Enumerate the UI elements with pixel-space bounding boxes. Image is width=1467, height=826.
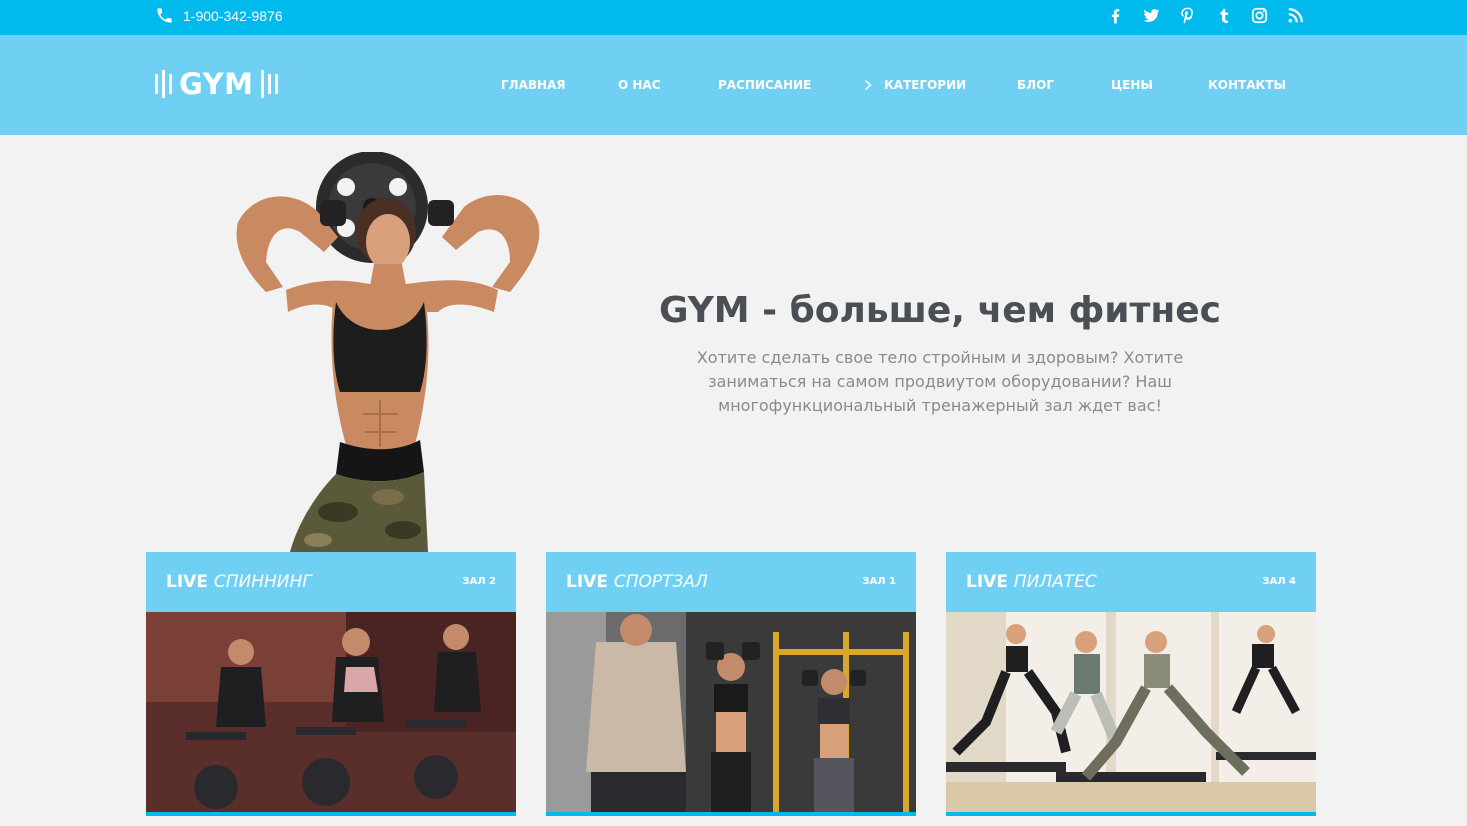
nav-item-contacts[interactable]: КОНТАКТЫ — [1208, 78, 1286, 92]
card-bottom-bar — [946, 812, 1316, 816]
pilates-class-photo[interactable] — [946, 612, 1316, 812]
card-hall: ЗАЛ 2 — [462, 576, 496, 587]
top-bar: 1-900-342-9876 — [0, 0, 1467, 35]
card-title: LIVE СПОРТЗАЛ — [566, 572, 708, 592]
nav-item-home[interactable]: ГЛАВНАЯ — [501, 78, 566, 92]
chevron-right-icon — [865, 79, 872, 91]
nav-item-about[interactable]: О НАС — [618, 78, 661, 92]
card-live-label: LIVE — [566, 572, 608, 592]
gym-class-photo[interactable] — [546, 612, 916, 812]
hero-athlete-image — [236, 152, 540, 552]
phone-contact[interactable]: 1-900-342-9876 — [155, 6, 283, 25]
rss-icon[interactable] — [1284, 4, 1306, 26]
card-header: LIVE СПИННИНГ ЗАЛ 2 — [146, 552, 516, 612]
pinterest-icon[interactable] — [1176, 4, 1198, 26]
facebook-icon[interactable] — [1104, 4, 1126, 26]
class-card-pilates[interactable]: LIVE ПИЛАТЕС ЗАЛ 4 — [946, 552, 1316, 816]
class-card-gym[interactable]: LIVE СПОРТЗАЛ ЗАЛ 1 — [546, 552, 916, 816]
card-hall: ЗАЛ 1 — [862, 576, 896, 587]
hero-title: GYM - больше, чем фитнес — [658, 290, 1222, 331]
main-nav: ГЛАВНАЯ О НАС РАСПИСАНИЕ КАТЕГОРИИ БЛОГ … — [0, 78, 1467, 94]
card-live-label: LIVE — [966, 572, 1008, 592]
spinning-class-photo[interactable] — [146, 612, 516, 812]
card-class-name: ПИЛАТЕС — [1013, 572, 1097, 592]
card-bottom-bar — [146, 812, 516, 816]
social-links — [1104, 4, 1306, 26]
main-header: GYM ГЛАВНАЯ О НАС РАСПИСАНИЕ КАТЕГОРИИ Б… — [0, 35, 1467, 135]
nav-item-categories[interactable]: КАТЕГОРИИ — [884, 78, 966, 92]
nav-item-schedule[interactable]: РАСПИСАНИЕ — [718, 78, 811, 92]
nav-item-blog[interactable]: БЛОГ — [1017, 78, 1054, 92]
card-bottom-bar — [546, 812, 916, 816]
card-hall: ЗАЛ 4 — [1262, 576, 1296, 587]
tumblr-icon[interactable] — [1212, 4, 1234, 26]
card-live-label: LIVE — [166, 572, 208, 592]
card-class-name: СПИННИНГ — [213, 572, 312, 592]
twitter-icon[interactable] — [1140, 4, 1162, 26]
card-class-name: СПОРТЗАЛ — [613, 572, 708, 592]
class-card-spinning[interactable]: LIVE СПИННИНГ ЗАЛ 2 — [146, 552, 516, 816]
hero-description: Хотите сделать свое тело стройным и здор… — [696, 348, 1184, 415]
phone-icon — [157, 8, 172, 23]
card-header: LIVE ПИЛАТЕС ЗАЛ 4 — [946, 552, 1316, 612]
card-title: LIVE ПИЛАТЕС — [966, 572, 1097, 592]
card-title: LIVE СПИННИНГ — [166, 572, 312, 592]
phone-number: 1-900-342-9876 — [183, 7, 283, 24]
instagram-icon[interactable] — [1248, 4, 1270, 26]
card-header: LIVE СПОРТЗАЛ ЗАЛ 1 — [546, 552, 916, 612]
nav-item-prices[interactable]: ЦЕНЫ — [1111, 78, 1153, 92]
